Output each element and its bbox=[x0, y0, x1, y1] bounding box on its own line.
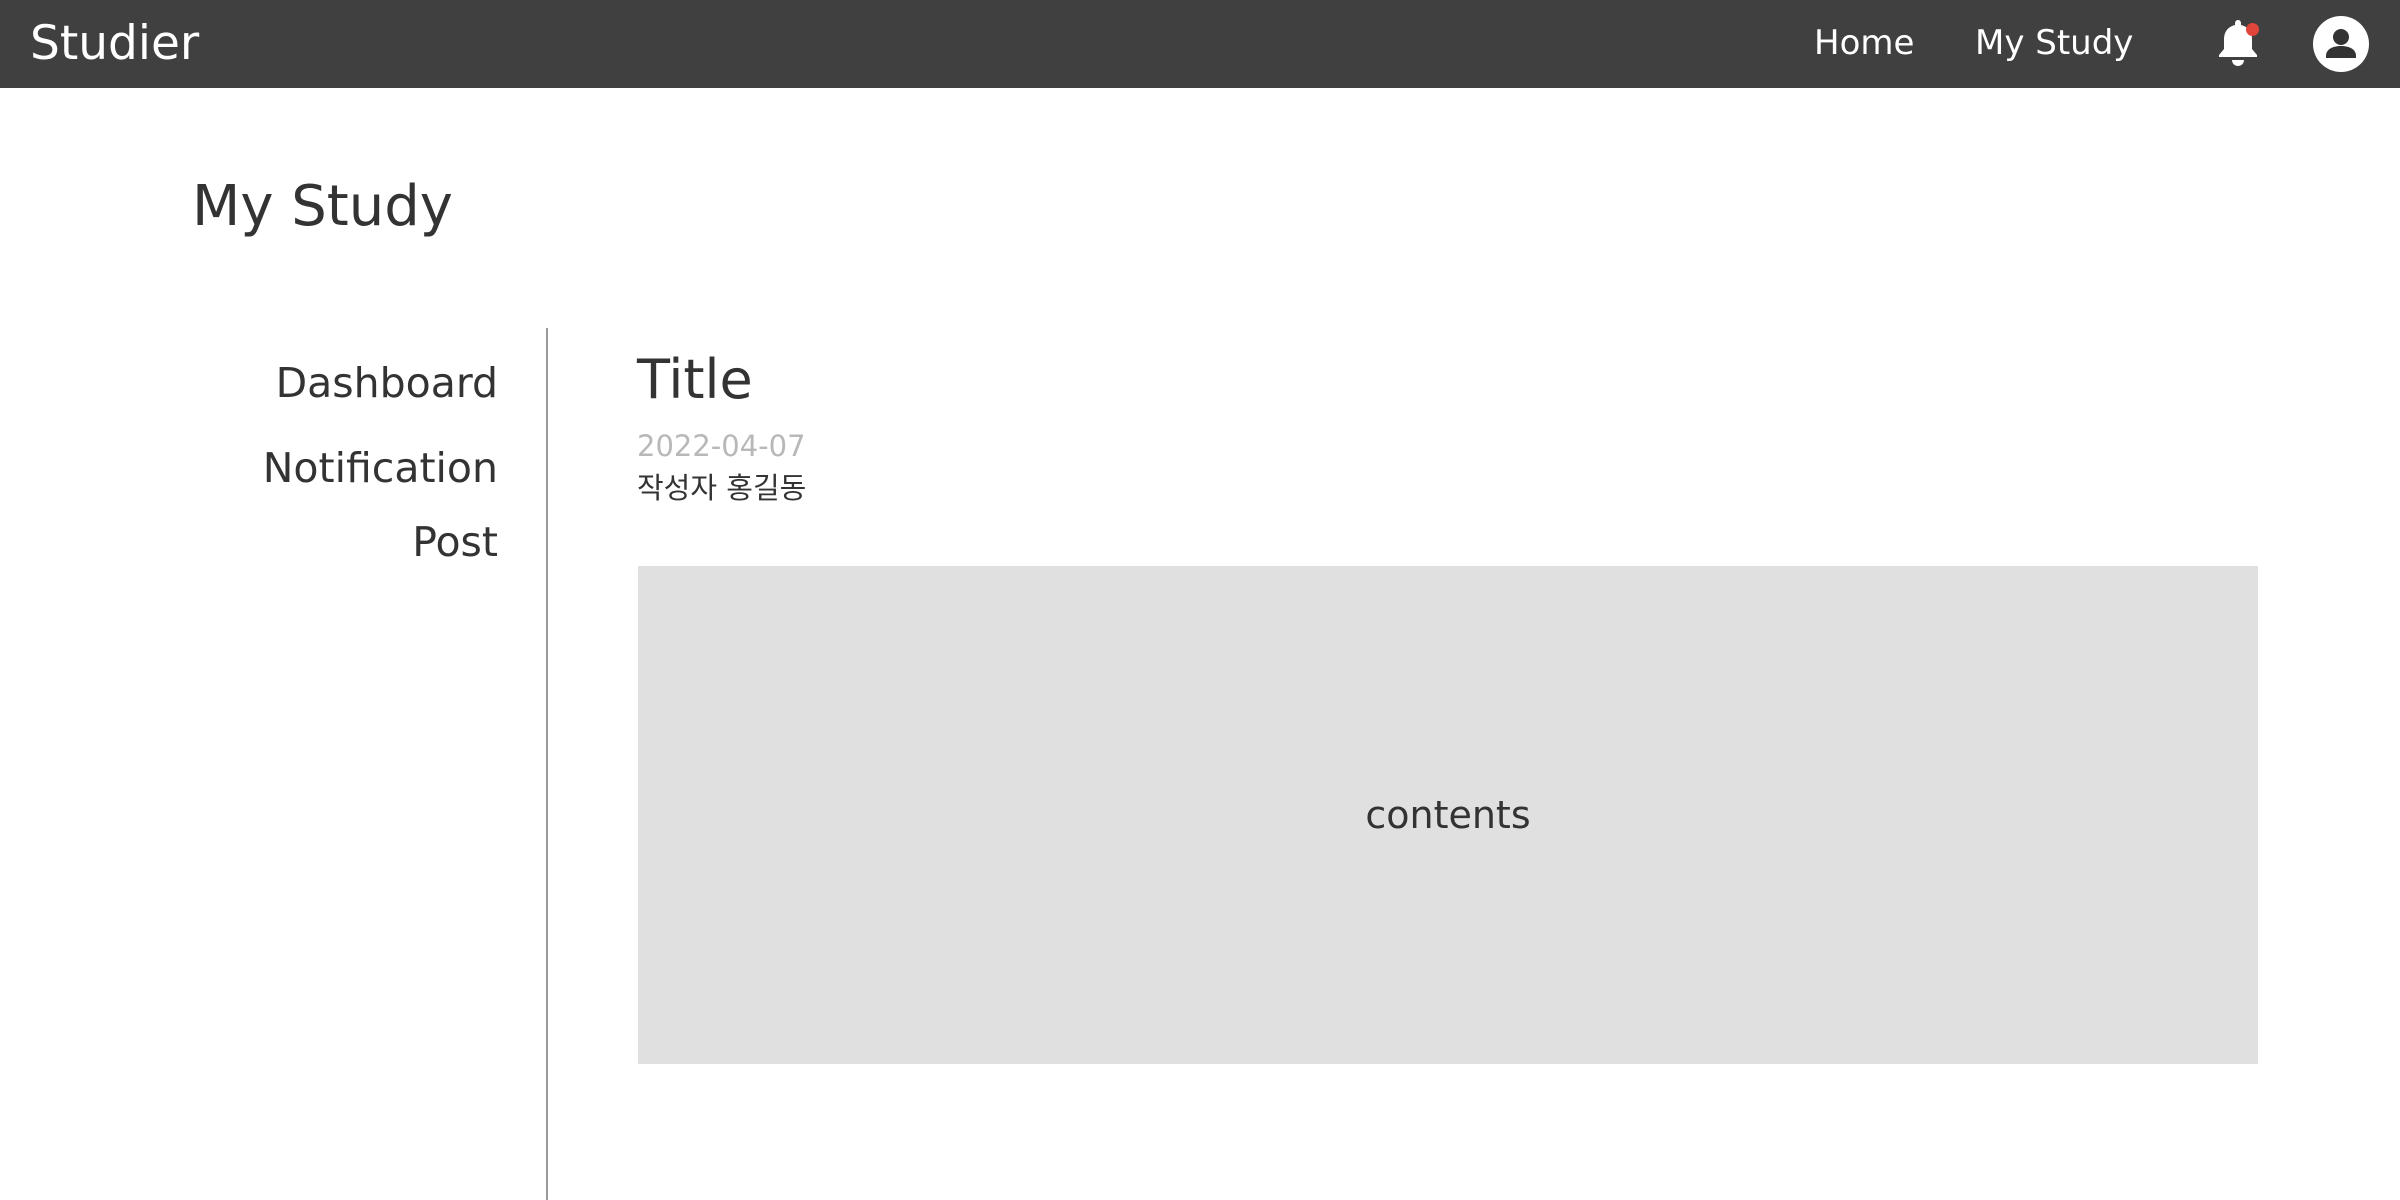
nav-link-my-study[interactable]: My Study bbox=[1975, 18, 2133, 68]
notification-badge-dot bbox=[2246, 23, 2259, 36]
brand-logo[interactable]: Studier bbox=[30, 14, 199, 74]
top-navbar: Studier Home My Study bbox=[0, 0, 2400, 88]
post-author: 작성자 홍길동 bbox=[637, 471, 807, 505]
post-title: Title bbox=[637, 348, 753, 411]
post-content-text: contents bbox=[1365, 793, 1531, 837]
post-date: 2022-04-07 bbox=[637, 429, 806, 463]
page-title: My Study bbox=[192, 174, 453, 239]
sidebar-item-dashboard[interactable]: Dashboard bbox=[276, 356, 498, 410]
profile-avatar-button[interactable] bbox=[2313, 16, 2369, 72]
sidebar-item-notification[interactable]: Notification bbox=[263, 441, 498, 495]
notifications-button[interactable] bbox=[2213, 16, 2263, 68]
user-avatar-icon bbox=[2326, 29, 2356, 58]
nav-link-home[interactable]: Home bbox=[1814, 18, 1914, 68]
sidebar-item-post[interactable]: Post bbox=[412, 515, 498, 569]
sidebar-divider bbox=[546, 328, 548, 1200]
post-content-area: contents bbox=[638, 566, 2258, 1064]
